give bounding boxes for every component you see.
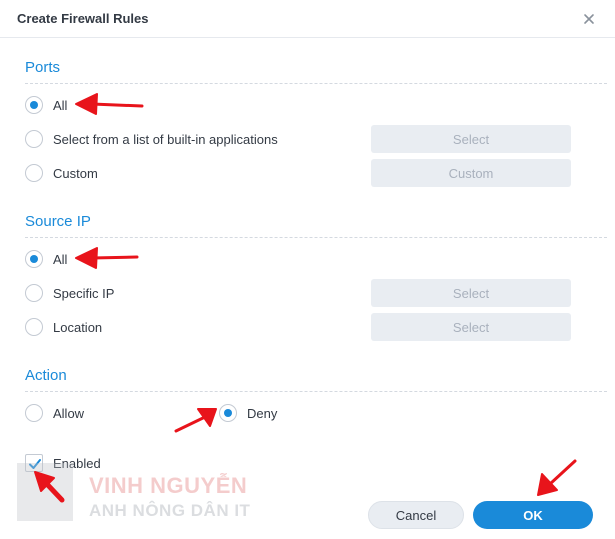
red-arrow-icon [34, 471, 65, 503]
red-arrow-icon [537, 459, 577, 496]
red-arrow-icon [174, 408, 217, 433]
red-arrow-icon [75, 247, 139, 269]
red-arrow-icon [75, 93, 144, 115]
create-firewall-rules-dialog: Create Firewall Rules Ports All Select f… [0, 0, 615, 539]
annotation-arrows [34, 93, 577, 503]
